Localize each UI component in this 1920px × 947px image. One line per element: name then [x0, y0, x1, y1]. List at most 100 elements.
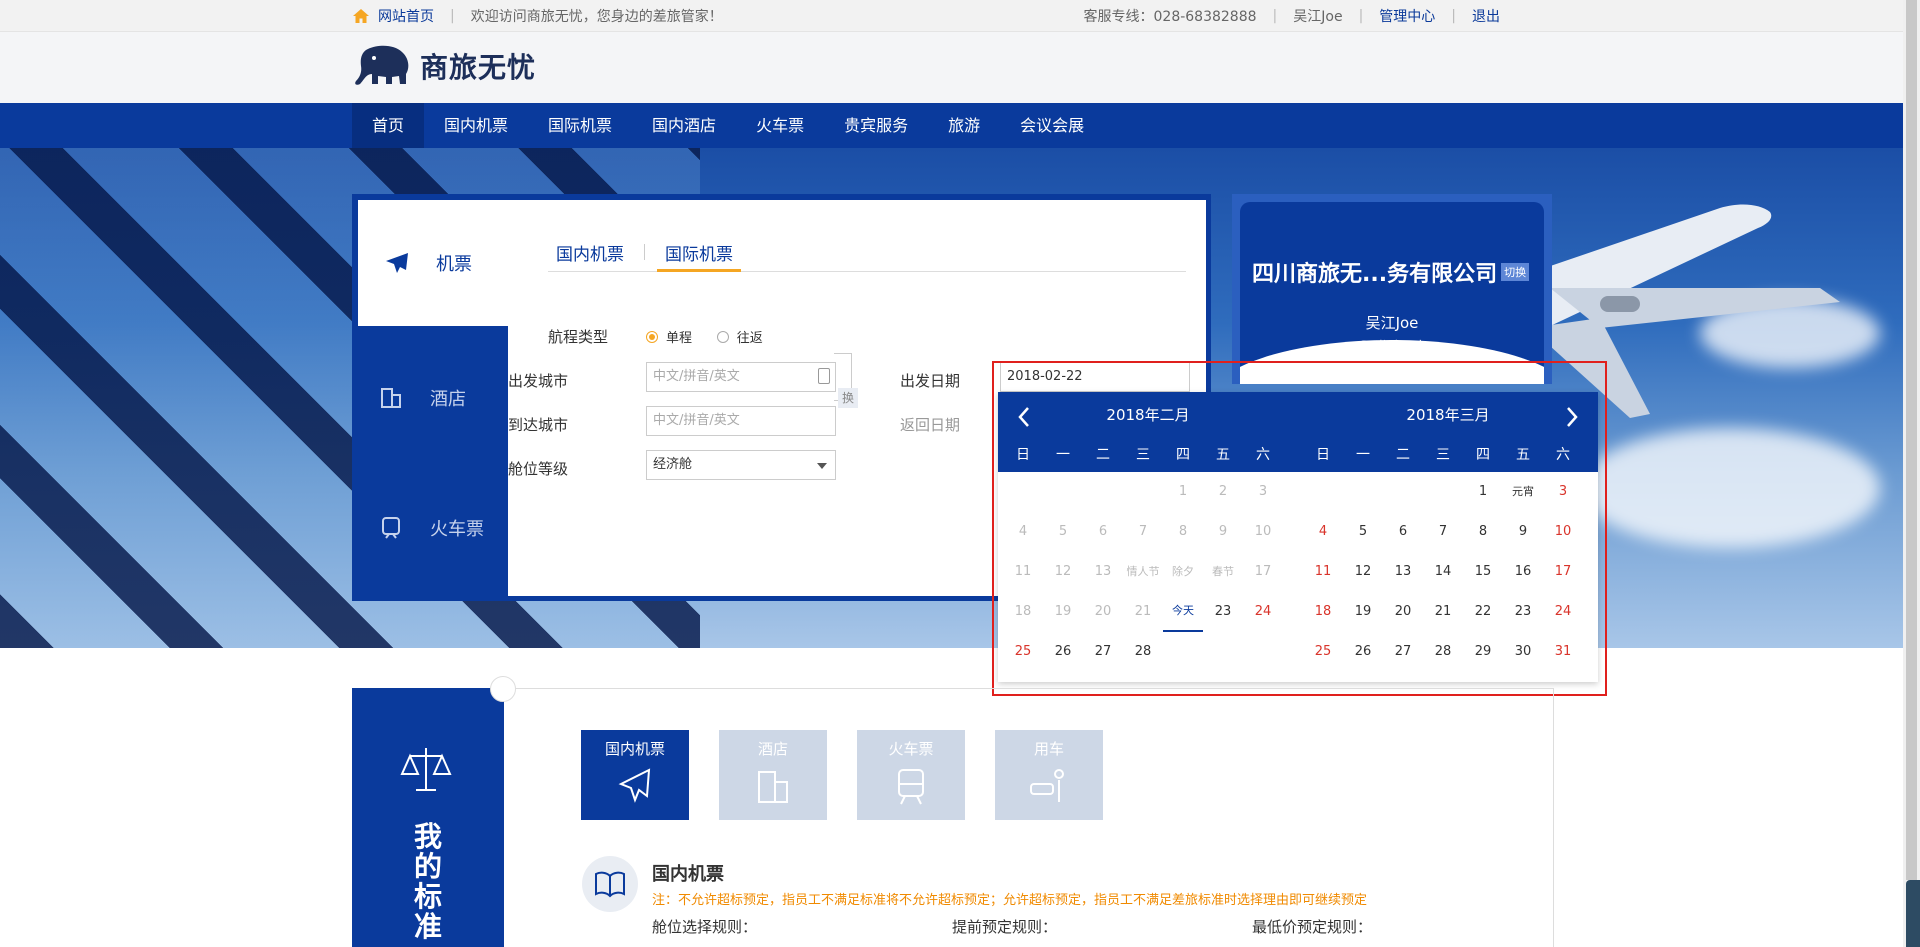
cabin-class-select[interactable]: 经济舱: [646, 450, 836, 480]
calendar-day[interactable]: 5: [1043, 512, 1083, 552]
calendar-day[interactable]: 7: [1423, 512, 1463, 552]
calendar-day[interactable]: 4: [1303, 512, 1343, 552]
calendar-day[interactable]: 3: [1243, 472, 1283, 512]
calendar-day[interactable]: 10: [1243, 512, 1283, 552]
from-city-input[interactable]: 中文/拼音/英文: [646, 362, 836, 392]
calendar-day[interactable]: 7: [1123, 512, 1163, 552]
calendar-day[interactable]: 11: [1003, 552, 1043, 592]
calendar-day[interactable]: 8: [1163, 512, 1203, 552]
calendar-day[interactable]: 9: [1203, 512, 1243, 552]
calendar-day[interactable]: 17: [1543, 552, 1583, 592]
calendar-day[interactable]: 1: [1463, 472, 1503, 512]
calendar-day[interactable]: 16: [1503, 552, 1543, 592]
calendar-day[interactable]: 3: [1543, 472, 1583, 512]
calendar-day[interactable]: 6: [1383, 512, 1423, 552]
calendar-day[interactable]: 29: [1463, 632, 1503, 672]
calendar-day[interactable]: 22: [1463, 592, 1503, 632]
divider: |: [450, 8, 455, 24]
calendar-day[interactable]: 25: [1003, 632, 1043, 672]
calendar-day[interactable]: 21: [1123, 592, 1163, 632]
one-way-radio[interactable]: 单程: [646, 327, 692, 346]
calendar-day[interactable]: 元宵: [1503, 472, 1543, 512]
calendar-day[interactable]: 28: [1123, 632, 1163, 672]
to-city-label: 到达城市: [508, 416, 569, 434]
logout-link[interactable]: 退出: [1472, 6, 1500, 26]
calendar-day[interactable]: 除夕: [1163, 552, 1203, 592]
calendar-day[interactable]: 5: [1343, 512, 1383, 552]
nav-item-domestic-hotels[interactable]: 国内酒店: [632, 103, 736, 148]
logo[interactable]: 商旅无忧: [352, 44, 536, 88]
calendar-day[interactable]: 23: [1503, 592, 1543, 632]
calendar-day[interactable]: 19: [1343, 592, 1383, 632]
calendar-day[interactable]: 14: [1423, 552, 1463, 592]
calendar-day[interactable]: 25: [1303, 632, 1343, 672]
nav-item-home[interactable]: 首页: [352, 103, 425, 148]
calendar-day[interactable]: 23: [1203, 592, 1243, 632]
advance-booking-rule-label: 提前预定规则：: [952, 918, 1058, 936]
to-city-input[interactable]: 中文/拼音/英文: [646, 406, 836, 436]
calendar-day[interactable]: 12: [1043, 552, 1083, 592]
scrollbar[interactable]: [1903, 0, 1920, 947]
calendar-day[interactable]: 11: [1303, 552, 1343, 592]
nav-item-intl-flights[interactable]: 国际机票: [528, 103, 632, 148]
calendar-day[interactable]: 20: [1083, 592, 1123, 632]
admin-center-link[interactable]: 管理中心: [1379, 6, 1435, 26]
service-tab-train[interactable]: 火车票: [857, 730, 965, 820]
calendar-day[interactable]: 18: [1003, 592, 1043, 632]
calendar-day[interactable]: 今天: [1163, 592, 1203, 632]
calendar-day[interactable]: 12: [1343, 552, 1383, 592]
calendar-day[interactable]: 13: [1383, 552, 1423, 592]
calendar-day[interactable]: 6: [1083, 512, 1123, 552]
side-tab-label: 火车票: [430, 518, 484, 540]
side-tab-hotel[interactable]: 酒店: [352, 332, 508, 463]
calendar-day[interactable]: 8: [1463, 512, 1503, 552]
calendar-day[interactable]: 27: [1083, 632, 1123, 672]
contacts-icon[interactable]: [818, 368, 830, 384]
depart-date-input[interactable]: 2018-02-22: [1000, 362, 1190, 392]
nav-item-travel[interactable]: 旅游: [928, 103, 1000, 148]
calendar-day[interactable]: 春节: [1203, 552, 1243, 592]
calendar-day[interactable]: 31: [1543, 632, 1583, 672]
airplane-icon: [618, 768, 651, 803]
calendar-day[interactable]: 26: [1343, 632, 1383, 672]
tab-intl-flights[interactable]: 国际机票: [657, 240, 741, 272]
month-title: 2018年三月: [1406, 406, 1490, 424]
service-tab-flight[interactable]: 国内机票: [581, 730, 689, 820]
calendar-day[interactable]: 28: [1423, 632, 1463, 672]
nav-item-train[interactable]: 火车票: [736, 103, 824, 148]
calendar-day[interactable]: 30: [1503, 632, 1543, 672]
tab-domestic-flights[interactable]: 国内机票: [548, 240, 632, 272]
side-tab-train[interactable]: 火车票: [352, 462, 508, 593]
calendar-day[interactable]: 10: [1543, 512, 1583, 552]
calendar-day[interactable]: 21: [1423, 592, 1463, 632]
switch-company-button[interactable]: 切换: [1501, 263, 1530, 281]
calendar-day[interactable]: 26: [1043, 632, 1083, 672]
nav-item-domestic-flights[interactable]: 国内机票: [424, 103, 528, 148]
calendar-day[interactable]: 9: [1503, 512, 1543, 552]
calendar-day[interactable]: 1: [1163, 472, 1203, 512]
nav-item-vip[interactable]: 贵宾服务: [824, 103, 928, 148]
calendar-day[interactable]: 18: [1303, 592, 1343, 632]
side-widget[interactable]: [1906, 880, 1920, 947]
calendar-day[interactable]: 24: [1543, 592, 1583, 632]
invite-colleague-link[interactable]: ☻ 邀请同事: [1240, 336, 1544, 355]
calendar-day[interactable]: 13: [1083, 552, 1123, 592]
service-tab-car[interactable]: 用车: [995, 730, 1103, 820]
calendar-day[interactable]: 情人节: [1123, 552, 1163, 592]
calendar-day[interactable]: 27: [1383, 632, 1423, 672]
calendar-day[interactable]: 24: [1243, 592, 1283, 632]
weekday-label: 五: [1216, 447, 1230, 463]
calendar-day[interactable]: 2: [1203, 472, 1243, 512]
service-tab-hotel[interactable]: 酒店: [719, 730, 827, 820]
round-trip-radio[interactable]: 往返: [716, 327, 763, 346]
side-tab-flight[interactable]: 机票: [358, 200, 508, 326]
calendar-day[interactable]: 15: [1463, 552, 1503, 592]
home-link[interactable]: 网站首页: [378, 6, 434, 26]
nav-item-conference[interactable]: 会议会展: [1000, 103, 1104, 148]
calendar-day[interactable]: 4: [1003, 512, 1043, 552]
calendar-day[interactable]: 20: [1383, 592, 1423, 632]
calendar-day[interactable]: 19: [1043, 592, 1083, 632]
swap-cities-button[interactable]: 换: [838, 388, 858, 408]
from-city-label: 出发城市: [508, 372, 569, 390]
calendar-day[interactable]: 17: [1243, 552, 1283, 592]
